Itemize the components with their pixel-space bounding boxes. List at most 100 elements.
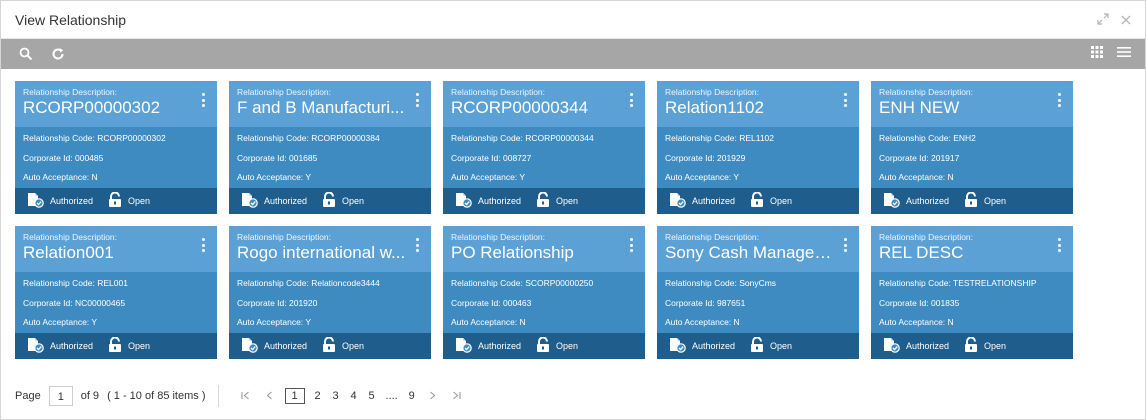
page-number-link[interactable]: 9 bbox=[408, 390, 416, 402]
relationship-card[interactable]: Relationship Description: PO Relationship… bbox=[443, 226, 645, 359]
corporate-id-value: 000485 bbox=[75, 152, 104, 163]
refresh-icon[interactable] bbox=[47, 43, 69, 65]
more-options-icon[interactable] bbox=[413, 236, 421, 254]
more-options-icon[interactable] bbox=[627, 91, 635, 109]
card-status-bar: Authorized Open bbox=[229, 333, 431, 359]
relationship-code-row: Relationship Code: REL001 bbox=[23, 274, 209, 294]
card-header: Relationship Description: RCORP00000302 bbox=[15, 81, 217, 127]
corporate-id-label: Corporate Id: bbox=[879, 297, 929, 308]
corporate-id-row: Corporate Id: 201929 bbox=[665, 149, 851, 169]
last-page-icon[interactable] bbox=[452, 389, 461, 403]
relationship-card[interactable]: Relationship Description: REL DESC Relatio… bbox=[871, 226, 1073, 359]
open-status: Open bbox=[107, 191, 150, 210]
relationship-code-value: SonyCms bbox=[739, 278, 777, 288]
card-header: Relationship Description: Relation1102 bbox=[657, 81, 859, 127]
relationship-code-label: Relationship Code: bbox=[665, 278, 737, 288]
more-options-icon[interactable] bbox=[1055, 236, 1063, 254]
relationship-description: F and B Manufacturi... bbox=[237, 98, 405, 117]
auto-acceptance-value: Y bbox=[91, 317, 98, 327]
relationship-code-label: Relationship Code: bbox=[665, 133, 737, 143]
card-status-bar: Authorized Open bbox=[871, 333, 1073, 359]
search-icon[interactable] bbox=[15, 43, 37, 65]
page-number-link[interactable]: 5 bbox=[368, 390, 376, 402]
auto-acceptance-row: Auto Acceptance: N bbox=[451, 313, 637, 333]
card-details: Relationship Code: TESTRELATIONSHIP Corpo… bbox=[871, 272, 1073, 333]
page-number-link[interactable]: 2 bbox=[314, 390, 322, 402]
corporate-id-label: Corporate Id: bbox=[23, 152, 73, 163]
relationship-card[interactable]: Relationship Description: Relation1102 Rel… bbox=[657, 81, 859, 214]
relationship-code-row: Relationship Code: SonyCms bbox=[665, 274, 851, 294]
open-label: Open bbox=[984, 341, 1007, 351]
card-details: Relationship Code: SonyCms Corporate Id: … bbox=[657, 272, 859, 333]
page-number-link[interactable]: 3 bbox=[332, 390, 340, 402]
more-options-icon[interactable] bbox=[841, 91, 849, 109]
auto-acceptance-label: Auto Acceptance: bbox=[451, 317, 518, 327]
auto-acceptance-row: Auto Acceptance: Y bbox=[23, 313, 209, 333]
relationship-card[interactable]: Relationship Description: Sony Cash Manag… bbox=[657, 226, 859, 359]
relationship-card[interactable]: Relationship Description: Relation001 Rela… bbox=[15, 226, 217, 359]
more-options-icon[interactable] bbox=[413, 91, 421, 109]
previous-page-icon[interactable] bbox=[266, 389, 273, 403]
auto-acceptance-value: N bbox=[733, 317, 740, 327]
card-header: Relationship Description: Rogo internatio… bbox=[229, 226, 431, 272]
page-label: Page bbox=[15, 390, 41, 402]
next-page-icon[interactable] bbox=[429, 389, 436, 403]
unlock-icon bbox=[963, 336, 979, 355]
auto-acceptance-value: Y bbox=[305, 317, 312, 327]
page-number-input[interactable]: 1 bbox=[48, 386, 73, 406]
first-page-icon[interactable] bbox=[240, 389, 250, 403]
description-label: Relationship Description: bbox=[665, 87, 760, 97]
more-options-icon[interactable] bbox=[841, 236, 849, 254]
open-label: Open bbox=[770, 196, 793, 206]
auto-acceptance-label: Auto Acceptance: bbox=[879, 172, 946, 182]
corporate-id-value: 008727 bbox=[503, 152, 532, 163]
more-options-icon[interactable] bbox=[199, 236, 207, 254]
relationship-code-value: REL001 bbox=[97, 278, 128, 288]
corporate-id-row: Corporate Id: 000463 bbox=[451, 294, 637, 314]
card-details: Relationship Code: ENH2 Corporate Id: 201… bbox=[871, 127, 1073, 188]
relationship-code-row: Relationship Code: RCORP00000384 bbox=[237, 129, 423, 149]
expand-icon[interactable] bbox=[1097, 12, 1109, 28]
list-view-icon[interactable] bbox=[1117, 45, 1131, 63]
unlock-icon bbox=[107, 191, 123, 210]
more-options-icon[interactable] bbox=[627, 236, 635, 254]
relationship-code-value: TESTRELATIONSHIP bbox=[953, 278, 1037, 288]
page-number-link[interactable]: 4 bbox=[350, 390, 358, 402]
relationship-card[interactable]: Relationship Description: ENH NEW Relation… bbox=[871, 81, 1073, 214]
relationship-code-row: Relationship Code: TESTRELATIONSHIP bbox=[879, 274, 1065, 294]
authorized-icon bbox=[241, 337, 259, 355]
relationship-description: Relation001 bbox=[23, 243, 114, 262]
relationship-code-value: REL1102 bbox=[739, 133, 775, 143]
corporate-id-value: 987651 bbox=[717, 297, 746, 308]
relationship-card[interactable]: Relationship Description: Rogo internatio… bbox=[229, 226, 431, 359]
authorized-status: Authorized bbox=[27, 192, 93, 210]
relationship-card[interactable]: Relationship Description: RCORP00000302 Re… bbox=[15, 81, 217, 214]
more-options-icon[interactable] bbox=[1055, 91, 1063, 109]
corporate-id-row: Corporate Id: NC00000465 bbox=[23, 294, 209, 314]
corporate-id-value: 000463 bbox=[503, 297, 532, 308]
corporate-id-row: Corporate Id: 001685 bbox=[237, 149, 423, 169]
corporate-id-row: Corporate Id: 001835 bbox=[879, 294, 1065, 314]
auto-acceptance-row: Auto Acceptance: N bbox=[879, 313, 1065, 333]
corporate-id-value: NC00000465 bbox=[75, 297, 126, 308]
open-label: Open bbox=[984, 196, 1007, 206]
corporate-id-value: 201917 bbox=[931, 152, 960, 163]
view-relationship-window: View Relationship Relationship Descripti… bbox=[0, 0, 1146, 420]
page-number-link[interactable]: 1 bbox=[284, 388, 305, 404]
card-status-bar: Authorized Open bbox=[443, 333, 645, 359]
more-options-icon[interactable] bbox=[199, 91, 207, 109]
relationship-code-value: ENH2 bbox=[953, 133, 976, 143]
window-title: View Relationship bbox=[15, 11, 127, 28]
pagination: Page 1 of 9 ( 1 - 10 of 85 items ) 12345… bbox=[15, 385, 469, 407]
card-header: Relationship Description: F and B Manufac… bbox=[229, 81, 431, 127]
close-icon[interactable] bbox=[1121, 12, 1131, 28]
relationship-card[interactable]: Relationship Description: RCORP00000344 Re… bbox=[443, 81, 645, 214]
grid-view-icon[interactable] bbox=[1091, 45, 1103, 63]
relationship-code-value: RCORP00000344 bbox=[525, 133, 594, 143]
corporate-id-label: Corporate Id: bbox=[451, 297, 501, 308]
open-status: Open bbox=[749, 336, 792, 355]
unlock-icon bbox=[321, 336, 337, 355]
relationship-card[interactable]: Relationship Description: F and B Manufac… bbox=[229, 81, 431, 214]
card-details: Relationship Code: SCORP00000250 Corporat… bbox=[443, 272, 645, 333]
authorized-icon bbox=[27, 192, 45, 210]
